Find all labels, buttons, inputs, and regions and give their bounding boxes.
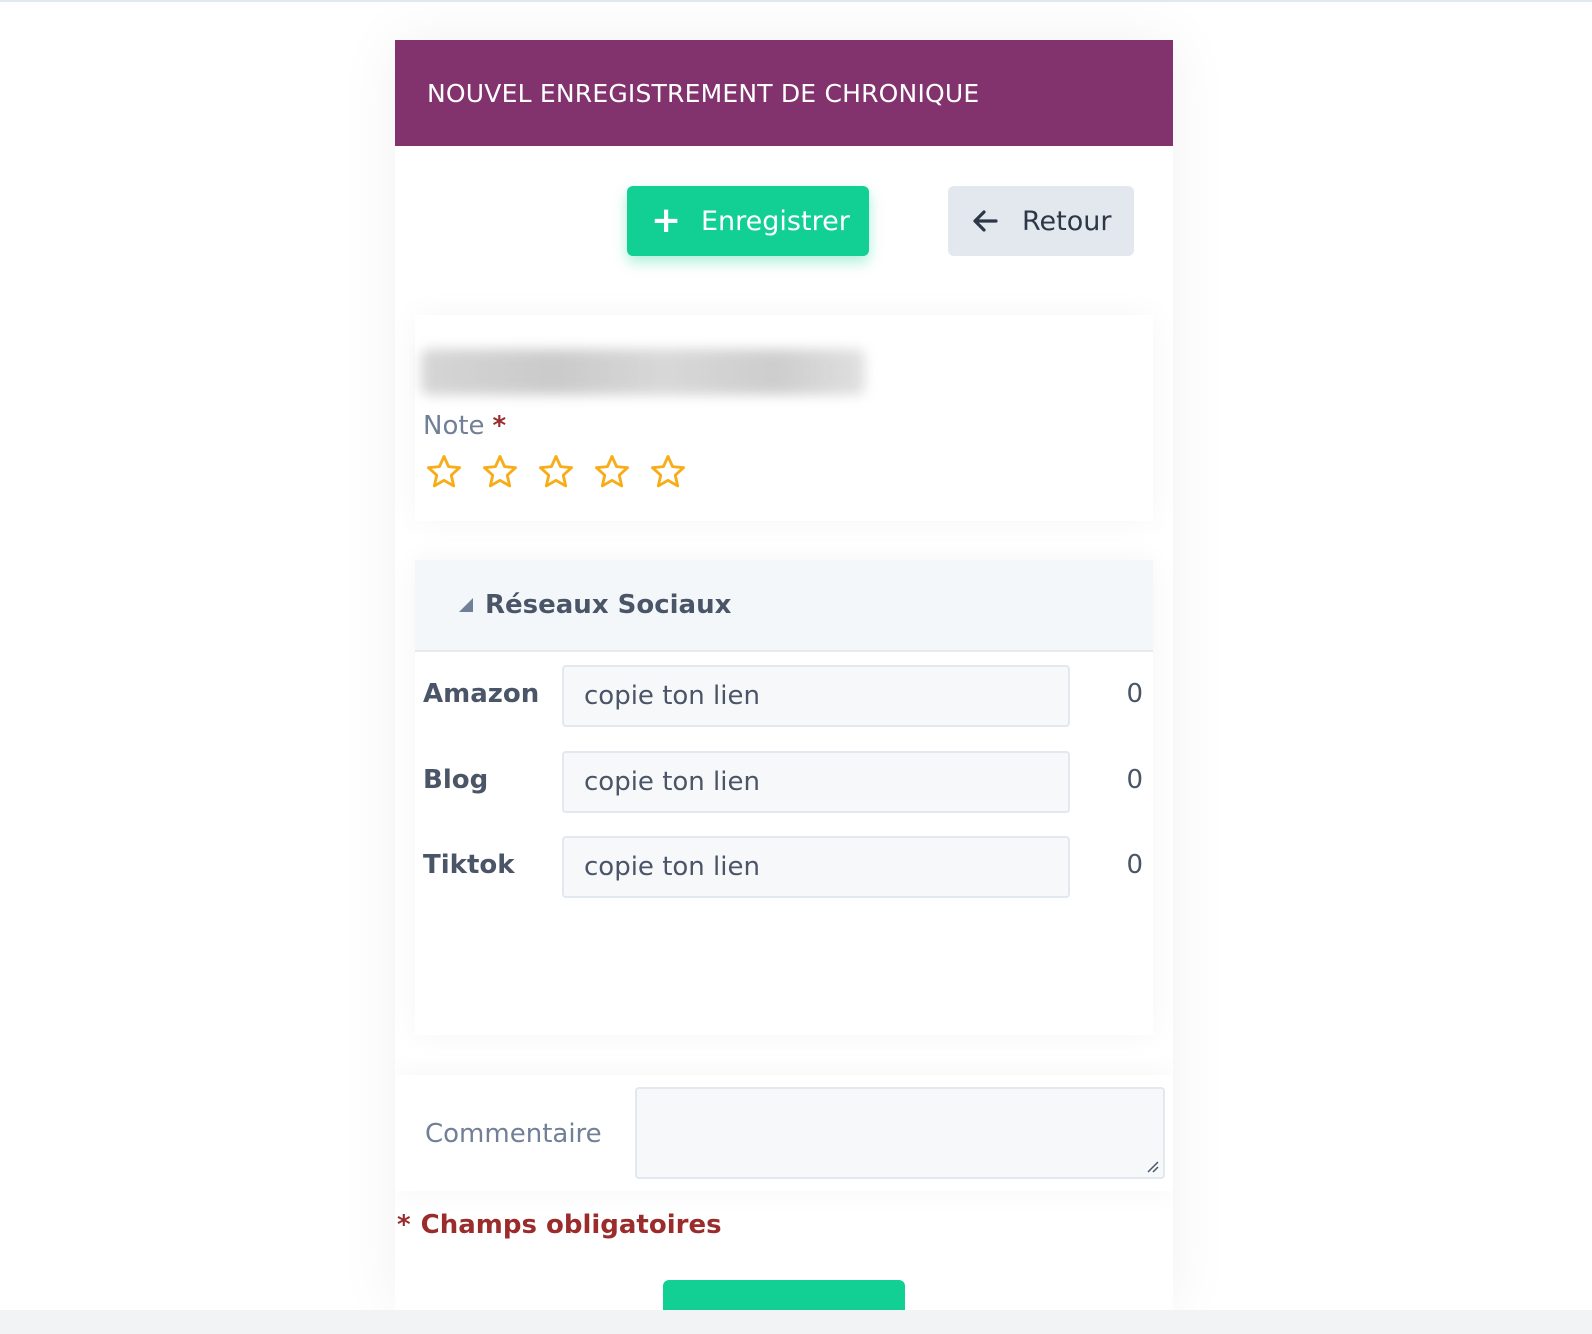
save-button-label: Enregistrer [701,205,850,237]
bottom-band [0,1310,1592,1334]
tiktok-link-input[interactable]: copie ton lien [562,836,1070,898]
star-icon[interactable] [649,453,687,491]
comment-card: Commentaire [395,1075,1173,1191]
blurred-title [421,349,865,395]
page-title: NOUVEL ENREGISTREMENT DE CHRONIQUE [427,78,980,108]
social-row-tiktok: Tiktok copie ton lien 0 [415,836,1153,898]
top-border [0,0,1592,2]
required-mark: * [397,1210,411,1240]
social-section-toggle[interactable]: Réseaux Sociaux [415,560,1153,652]
required-fields-note: * Champs obligatoires [397,1210,722,1240]
social-row-count: 0 [1126,850,1143,880]
input-placeholder: copie ton lien [584,852,760,882]
comment-label: Commentaire [425,1119,602,1149]
comment-textarea[interactable] [635,1087,1165,1179]
star-icon[interactable] [481,453,519,491]
social-row-label: Amazon [423,679,540,709]
required-mark: * [492,411,507,441]
form-panel: NOUVEL ENREGISTREMENT DE CHRONIQUE + Enr… [395,40,1173,1310]
back-button-label: Retour [1022,205,1112,237]
social-row-label: Tiktok [423,850,515,880]
arrow-left-icon [972,206,1002,236]
note-label: Note * [423,411,506,441]
save-button[interactable]: + Enregistrer [627,186,869,256]
amazon-link-input[interactable]: copie ton lien [562,665,1070,727]
social-row-blog: Blog copie ton lien 0 [415,751,1153,813]
blog-link-input[interactable]: copie ton lien [562,751,1070,813]
bottom-save-button[interactable] [663,1280,905,1310]
star-icon[interactable] [537,453,575,491]
star-rating [425,453,687,491]
star-icon[interactable] [593,453,631,491]
star-icon[interactable] [425,453,463,491]
input-placeholder: copie ton lien [584,681,760,711]
panel-header: NOUVEL ENREGISTREMENT DE CHRONIQUE [395,40,1173,146]
social-row-count: 0 [1126,765,1143,795]
social-row-label: Blog [423,765,489,795]
rating-card: Note * [415,315,1153,521]
triangle-collapse-icon [459,598,473,612]
back-button[interactable]: Retour [948,186,1134,256]
required-fields-text: Champs obligatoires [420,1210,722,1240]
plus-icon: + [651,200,682,241]
social-section-title: Réseaux Sociaux [485,590,732,620]
social-row-count: 0 [1126,679,1143,709]
input-placeholder: copie ton lien [584,767,760,797]
social-row-amazon: Amazon copie ton lien 0 [415,665,1153,727]
social-card: Réseaux Sociaux Amazon copie ton lien 0 … [415,560,1153,1035]
note-label-text: Note [423,411,485,441]
resize-grip-icon[interactable] [1145,1159,1159,1173]
